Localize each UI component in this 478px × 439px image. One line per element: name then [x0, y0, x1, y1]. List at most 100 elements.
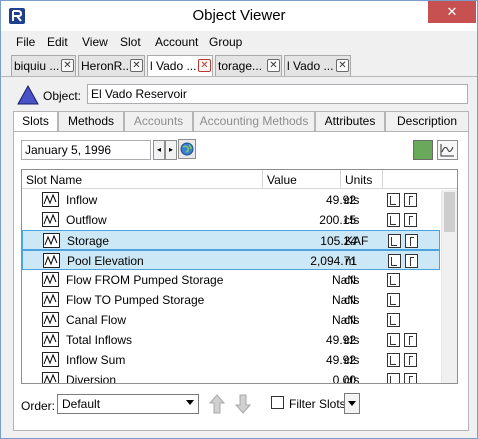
series-slot-icon: [42, 272, 59, 287]
window-title: Object Viewer: [192, 7, 286, 24]
menu-edit[interactable]: Edit: [47, 35, 68, 49]
doc-tab-label: l Vado ...: [287, 59, 334, 73]
table-row[interactable]: Inflow 49.92 cfs: [22, 190, 440, 210]
move-up-button[interactable]: [206, 392, 228, 416]
move-down-button[interactable]: [232, 392, 254, 416]
color-swatch-button[interactable]: [413, 140, 433, 160]
column-value[interactable]: Value: [267, 173, 297, 187]
slot-value: NaN: [331, 313, 356, 327]
slots-table: Slot Name Value Units Inflow 49.92 cfs Outf…: [21, 169, 458, 384]
slot-units: KAF: [345, 234, 369, 248]
doc-tab-heron[interactable]: HeronR... ✕: [78, 55, 145, 76]
slot-units: cfs: [344, 313, 360, 327]
tab-accounts[interactable]: Accounts: [124, 111, 193, 132]
order-select[interactable]: Default: [57, 394, 199, 414]
series-slot-icon: [42, 332, 59, 347]
doc-tab-label: l Vado ...: [150, 59, 197, 73]
menu-slot[interactable]: Slot: [120, 35, 141, 49]
slot-flag-icon: [404, 333, 417, 347]
menu-file[interactable]: File: [16, 35, 35, 49]
table-row[interactable]: Canal Flow NaN cfs: [22, 310, 440, 330]
doc-tab-label: biquiu ...: [14, 59, 60, 73]
table-row[interactable]: Pool Elevation 2,094.71 m: [22, 250, 440, 270]
filter-slots-checkbox[interactable]: [271, 396, 284, 409]
scrollbar-thumb[interactable]: [444, 192, 455, 232]
close-tab-icon[interactable]: ✕: [336, 59, 349, 72]
table-row[interactable]: Outflow 200.15 cfs: [22, 210, 440, 230]
menu-view[interactable]: View: [82, 35, 108, 49]
column-slot-name[interactable]: Slot Name: [26, 173, 82, 187]
table-row[interactable]: Inflow Sum 49.92 cfs: [22, 350, 440, 370]
table-row[interactable]: Total Inflows 49.92 cfs: [22, 330, 440, 350]
doc-tab-label: HeronR...: [81, 59, 133, 73]
slot-value: 49.92: [325, 193, 356, 207]
table-row[interactable]: Storage 105.24 KAF: [22, 230, 440, 250]
close-tab-icon[interactable]: ✕: [198, 59, 211, 72]
table-row[interactable]: Diversion 0.00 cfs: [22, 370, 440, 383]
doc-tab-el-vado[interactable]: l Vado ... ✕: [284, 55, 351, 76]
slot-flag-icon: [405, 234, 418, 248]
slot-flag-icon: [404, 193, 417, 207]
close-window-button[interactable]: ✕: [428, 1, 476, 23]
slot-units: cfs: [344, 213, 360, 227]
slot-flag-icon: [387, 213, 400, 227]
object-label: Object:: [43, 89, 82, 103]
close-tab-icon[interactable]: ✕: [61, 59, 74, 72]
slot-name: Inflow: [66, 193, 98, 207]
object-name-field[interactable]: El Vado Reservoir: [87, 84, 468, 104]
slot-value: 105.24: [320, 234, 357, 248]
close-tab-icon[interactable]: ✕: [267, 59, 280, 72]
filter-slots-label[interactable]: Filter Slots: [289, 397, 346, 411]
table-row[interactable]: Flow TO Pumped Storage NaN cfs: [22, 290, 440, 310]
series-slot-icon: [42, 312, 59, 327]
tab-methods[interactable]: Methods: [58, 111, 124, 132]
slot-units: cfs: [344, 353, 360, 367]
title-bar: Object Viewer ✕: [1, 1, 477, 31]
series-slot-icon: [42, 212, 59, 227]
doc-tab-label: torage...: [218, 59, 263, 73]
tab-description[interactable]: Description: [385, 111, 469, 132]
tab-slots[interactable]: Slots: [13, 111, 58, 133]
menu-bar: File Edit View Slot Account Group: [1, 31, 477, 53]
slot-units: cfs: [344, 273, 360, 287]
date-field[interactable]: January 5, 1996: [21, 140, 151, 160]
tab-attributes[interactable]: Attributes: [315, 111, 385, 132]
object-viewer-window: Object Viewer ✕ File Edit View Slot Acco…: [0, 0, 478, 439]
next-date-button[interactable]: ▸: [165, 140, 177, 160]
tab-accounting-methods[interactable]: Accounting Methods: [193, 111, 315, 132]
table-body: Inflow 49.92 cfs Outflow 200.15 cfs Storage 105…: [22, 190, 440, 383]
slot-units: cfs: [344, 333, 360, 347]
slot-flag-icon: [387, 273, 400, 287]
doc-tab-storage[interactable]: torage... ✕: [215, 55, 282, 76]
menu-group[interactable]: Group: [209, 35, 242, 49]
slot-value: 49.92: [325, 353, 356, 367]
slot-flag-icon: [387, 313, 400, 327]
series-slot-icon: [42, 372, 59, 383]
slot-name: Outflow: [66, 213, 107, 227]
filter-dropdown-button[interactable]: [344, 393, 360, 414]
doc-tab-el-vado-active[interactable]: l Vado ... ✕: [147, 55, 213, 76]
slot-name: Inflow Sum: [66, 353, 126, 367]
prev-date-button[interactable]: ◂: [153, 140, 165, 160]
slot-flag-icon: [388, 234, 401, 248]
table-header: Slot Name Value Units: [22, 170, 457, 189]
close-tab-icon[interactable]: ✕: [130, 59, 143, 72]
menu-account[interactable]: Account: [155, 35, 198, 49]
reservoir-triangle-icon: [17, 84, 39, 108]
plot-icon[interactable]: [437, 140, 458, 160]
chevron-down-icon: [186, 400, 194, 405]
doc-tab-abiquiu[interactable]: biquiu ... ✕: [11, 55, 76, 76]
table-scrollbar[interactable]: [441, 190, 457, 383]
slot-name: Storage: [67, 234, 110, 248]
object-tabs-strip: biquiu ... ✕ HeronR... ✕ l Vado ... ✕ to…: [1, 53, 477, 77]
series-slot-icon: [43, 253, 60, 268]
column-units[interactable]: Units: [345, 173, 372, 187]
slot-value: NaN: [331, 293, 356, 307]
table-row[interactable]: Flow FROM Pumped Storage NaN cfs: [22, 270, 440, 290]
slot-value: 0.00: [332, 373, 356, 383]
series-slot-icon: [42, 192, 59, 207]
slot-value: 200.15: [319, 213, 356, 227]
slot-units: cfs: [344, 293, 360, 307]
globe-icon[interactable]: [178, 139, 196, 159]
slot-flag-icon: [387, 293, 400, 307]
